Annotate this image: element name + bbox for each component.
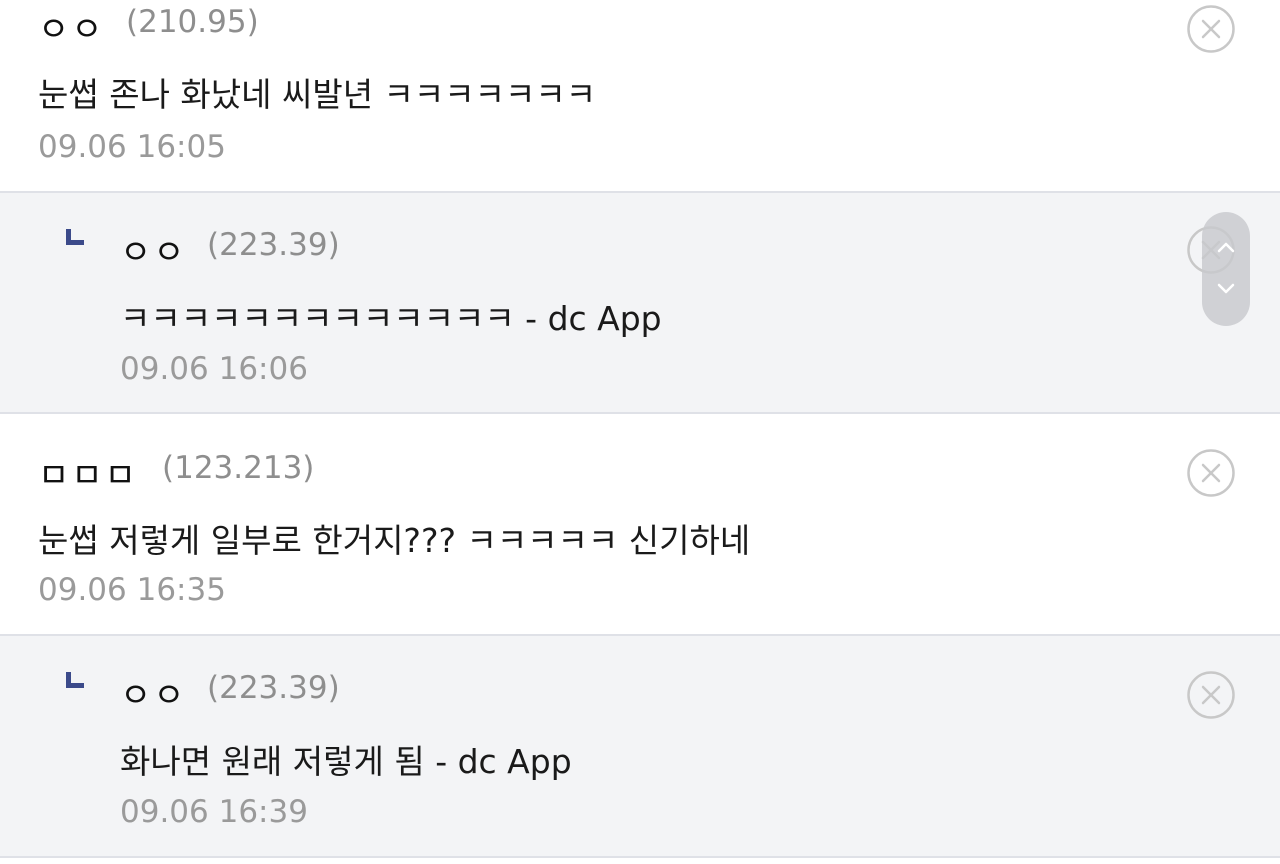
close-circle-icon [1187,449,1235,497]
delete-comment-button[interactable] [1186,4,1236,54]
close-circle-icon [1187,671,1235,719]
comment-text: 눈썹 저렇게 일부로 한거지??? ㅋㅋㅋㅋㅋ 신기하네 [38,521,751,560]
delete-comment-button[interactable] [1186,670,1236,720]
reply-comment-item: ㅇㅇ (223.39) ㅋㅋㅋㅋㅋㅋㅋㅋㅋㅋㅋㅋㅋ - dc App 09.06… [0,193,1280,414]
comment-timestamp: 09.06 16:06 [120,351,308,387]
reply-arrow-icon [66,672,84,688]
comment-text: ㅋㅋㅋㅋㅋㅋㅋㅋㅋㅋㅋㅋㅋ - dc App [120,299,662,338]
comment-ip: (223.39) [207,670,340,706]
comment-ip: (123.213) [162,450,315,486]
comment-item: ㅇㅇ (210.95) 눈썹 존나 화났네 씨발년 ㅋㅋㅋㅋㅋㅋㅋ 09.06 … [0,0,1280,193]
scroll-down-button[interactable] [1214,278,1238,298]
comment-timestamp: 09.06 16:39 [120,794,308,830]
scroll-up-button[interactable] [1214,238,1238,258]
comment-text: 눈썹 존나 화났네 씨발년 ㅋㅋㅋㅋㅋㅋㅋ [38,75,597,114]
close-circle-icon [1187,5,1235,53]
comment-author: ㅇㅇ [120,233,187,273]
comment-ip: (223.39) [207,227,340,263]
comment-author: ㅇㅇ [38,10,105,50]
comment-list: ㅇㅇ (210.95) 눈썹 존나 화났네 씨발년 ㅋㅋㅋㅋㅋㅋㅋ 09.06 … [0,0,1280,864]
delete-comment-button[interactable] [1186,448,1236,498]
chevron-up-icon [1217,242,1235,253]
comment-item: ㅁㅁㅁ (123.213) 눈썹 저렇게 일부로 한거지??? ㅋㅋㅋㅋㅋ 신기… [0,414,1280,636]
reply-comment-item: ㅇㅇ (223.39) 화나면 원래 저렇게 됨 - dc App 09.06 … [0,636,1280,858]
scroll-navigation[interactable] [1202,212,1250,326]
chevron-down-icon [1217,283,1235,294]
comment-author: ㅁㅁㅁ [38,456,138,496]
comment-timestamp: 09.06 16:35 [38,572,226,608]
comment-text: 화나면 원래 저렇게 됨 - dc App [120,742,572,781]
reply-arrow-icon [66,229,84,245]
comment-timestamp: 09.06 16:05 [38,129,226,165]
comment-author: ㅇㅇ [120,676,187,716]
comment-ip: (210.95) [126,4,259,40]
